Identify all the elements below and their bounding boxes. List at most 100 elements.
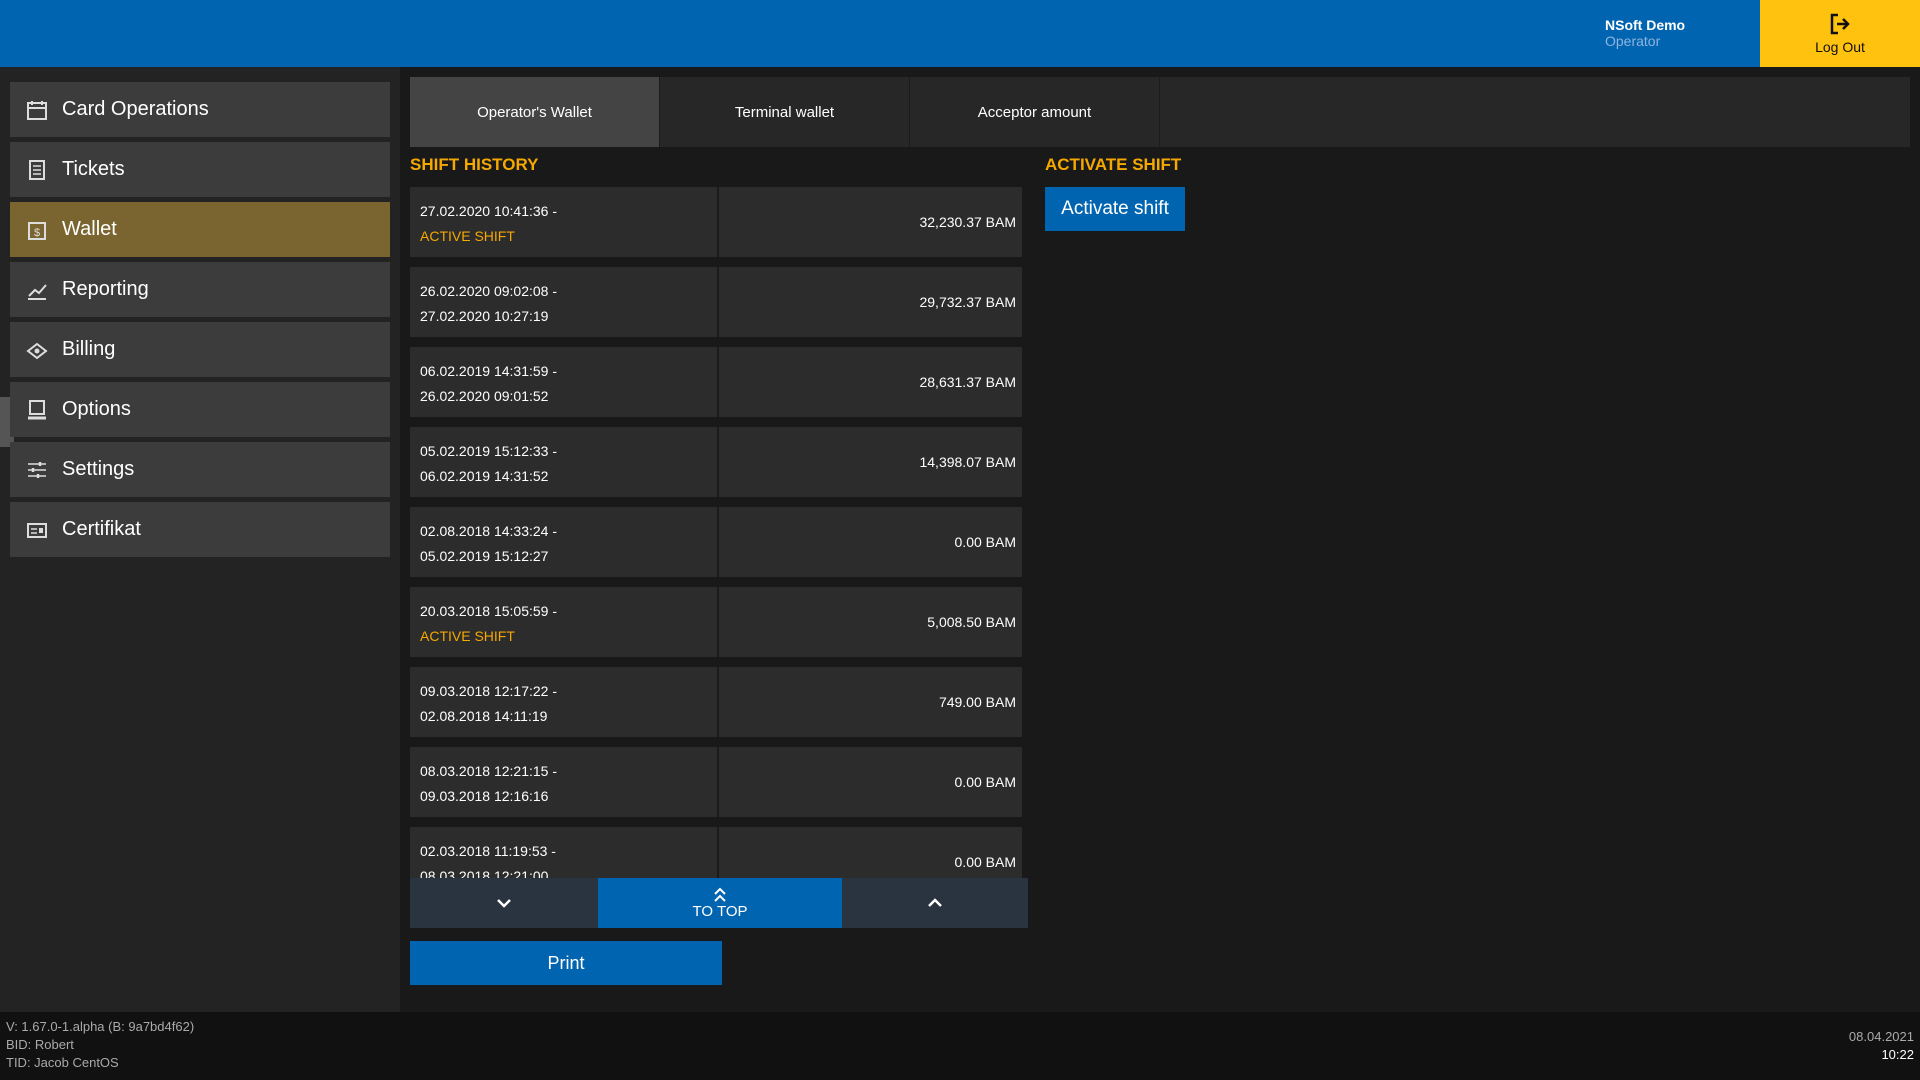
shift-period: 02.08.2018 14:33:24 - 05.02.2019 15:12:27 (410, 507, 719, 577)
user-info: NSoft Demo Operator (1605, 17, 1685, 49)
tab-terminal-wallet[interactable]: Terminal wallet (660, 77, 910, 147)
shift-amount: 5,008.50 BAM (927, 614, 1016, 630)
shift-row[interactable]: 20.03.2018 15:05:59 - ACTIVE SHIFT 5,008.5… (410, 587, 1022, 657)
shift-amount: 0.00 BAM (954, 774, 1016, 790)
sidebar-item-billing[interactable]: Billing (10, 322, 390, 377)
shift-period: 26.02.2020 09:02:08 - 27.02.2020 10:27:19 (410, 267, 719, 337)
footer: V: 1.67.0-1.alpha (B: 9a7bd4f62) BID: Ro… (0, 1012, 1920, 1080)
sidebar-item-options[interactable]: Options (10, 382, 390, 437)
shift-row[interactable]: 27.02.2020 10:41:36 - ACTIVE SHIFT 32,230.… (410, 187, 1022, 257)
shift-start: 08.03.2018 12:21:15 - (420, 763, 558, 779)
logout-icon (1830, 13, 1850, 35)
shift-period: 08.03.2018 12:21:15 - 09.03.2018 12:16:16 (410, 747, 719, 817)
shift-end: 08.03.2018 12:21:00 (420, 868, 549, 878)
shift-history-list[interactable]: 27.02.2020 10:41:36 - ACTIVE SHIFT 32,230.… (410, 187, 1022, 878)
shift-amount: 749.00 BAM (938, 694, 1016, 710)
wallet-icon: $ (28, 221, 46, 240)
shift-row[interactable]: 05.02.2019 15:12:33 - 06.02.2019 14:31:52… (410, 427, 1022, 497)
tab-acceptor-amount[interactable]: Acceptor amount (910, 77, 1160, 147)
shift-start: 06.02.2019 14:31:59 - (420, 363, 558, 379)
scroll-down-button[interactable] (410, 878, 598, 928)
user-name: NSoft Demo (1605, 17, 1686, 33)
user-role: Operator (1605, 33, 1661, 49)
ticket-icon (29, 159, 45, 180)
billing-icon (26, 342, 48, 359)
to-top-label: TO TOP (692, 902, 748, 920)
certificate-icon (27, 522, 47, 538)
time-text: 10:22 (1881, 1047, 1914, 1062)
shift-end: ACTIVE SHIFT (420, 228, 515, 244)
sidebar-item-label: Billing (62, 338, 116, 360)
shift-start: 20.03.2018 15:05:59 - (420, 603, 558, 619)
sidebar-item-label: Options (62, 398, 131, 420)
bid-text: BID: Robert (6, 1037, 74, 1052)
scroll-up-button[interactable] (842, 878, 1028, 928)
shift-end: 06.02.2019 14:31:52 (420, 468, 549, 484)
version-text: V: 1.67.0-1.alpha (B: 9a7bd4f62) (6, 1019, 195, 1034)
sidebar-item-label: Wallet (62, 218, 117, 240)
svg-text:$: $ (34, 227, 40, 239)
shift-amount: 0.00 BAM (954, 854, 1016, 870)
activate-shift-title: ACTIVATE SHIFT (1045, 155, 1182, 174)
sidebar-item-label: Card Operations (62, 98, 209, 120)
shift-end: ACTIVE SHIFT (420, 628, 515, 644)
print-button[interactable]: Print (410, 941, 722, 985)
logout-button[interactable]: Log Out (1760, 0, 1920, 67)
shift-start: 02.08.2018 14:33:24 - (420, 523, 558, 539)
shift-period: 02.03.2018 11:19:53 - 08.03.2018 12:21:00 (410, 827, 719, 878)
shift-amount: 0.00 BAM (954, 534, 1016, 550)
main: Operator's Wallet Terminal wallet Acceptor… (400, 67, 1920, 1012)
sidebar-item-settings[interactable]: Settings (10, 442, 390, 497)
shift-start: 09.03.2018 12:17:22 - (420, 683, 558, 699)
shift-row[interactable]: 02.08.2018 14:33:24 - 05.02.2019 15:12:27… (410, 507, 1022, 577)
date-text: 08.04.2021 (1848, 1029, 1914, 1044)
shift-period: 20.03.2018 15:05:59 - ACTIVE SHIFT (410, 587, 719, 657)
shift-amount: 28,631.37 BAM (919, 374, 1016, 390)
shift-start: 02.03.2018 11:19:53 - (420, 843, 556, 859)
shift-period: 27.02.2020 10:41:36 - ACTIVE SHIFT (410, 187, 719, 257)
list-navigation: TO TOP (410, 878, 1028, 928)
card-operations-icon (27, 100, 47, 120)
logout-label: Log Out (1815, 39, 1865, 55)
shift-end: 02.08.2018 14:11:19 (420, 708, 548, 724)
sidebar-item-label: Settings (62, 458, 135, 480)
sidebar-item-card-operations[interactable]: Card Operations (10, 82, 390, 137)
shift-row[interactable]: 26.02.2020 09:02:08 - 27.02.2020 10:27:19… (410, 267, 1022, 337)
options-icon (28, 399, 46, 419)
shift-row[interactable]: 09.03.2018 12:17:22 - 02.08.2018 14:11:19… (410, 667, 1022, 737)
shift-period: 05.02.2019 15:12:33 - 06.02.2019 14:31:52 (410, 427, 719, 497)
shift-amount: 32,230.37 BAM (919, 214, 1016, 230)
shift-start: 27.02.2020 10:41:36 - (420, 203, 558, 219)
sidebar-item-reporting[interactable]: Reporting (10, 262, 390, 317)
shift-end: 05.02.2019 15:12:27 (420, 548, 549, 564)
shift-row[interactable]: 08.03.2018 12:21:15 - 09.03.2018 12:16:16… (410, 747, 1022, 817)
sidebar-item-wallet[interactable]: $ Wallet (10, 202, 390, 257)
shift-history-title: SHIFT HISTORY (410, 155, 539, 174)
sidebar-item-label: Certifikat (62, 518, 141, 540)
chevron-down-icon (497, 899, 511, 908)
shift-period: 09.03.2018 12:17:22 - 02.08.2018 14:11:19 (410, 667, 719, 737)
sidebar-item-tickets[interactable]: Tickets (10, 142, 390, 197)
shift-row[interactable]: 06.02.2019 14:31:59 - 26.02.2020 09:01:52… (410, 347, 1022, 417)
shift-start: 26.02.2020 09:02:08 - (420, 283, 558, 299)
shift-end: 26.02.2020 09:01:52 (420, 388, 549, 404)
shift-period: 06.02.2019 14:31:59 - 26.02.2020 09:01:52 (410, 347, 719, 417)
shift-end: 27.02.2020 10:27:19 (420, 308, 549, 324)
chevron-up-icon (928, 898, 942, 907)
chart-icon (28, 283, 47, 300)
shift-end: 09.03.2018 12:16:16 (420, 788, 549, 804)
tab-bar: Operator's Wallet Terminal wallet Acceptor… (410, 77, 1910, 147)
shift-amount: 29,732.37 BAM (919, 294, 1016, 310)
sidebar: Card Operations Tickets $ Wallet Reporting Bi… (0, 67, 400, 1012)
shift-row[interactable]: 02.03.2018 11:19:53 - 08.03.2018 12:21:00… (410, 827, 1022, 878)
shift-start: 05.02.2019 15:12:33 - (420, 443, 558, 459)
sidebar-item-certifikat[interactable]: Certifikat (10, 502, 390, 557)
to-top-button[interactable]: TO TOP (598, 878, 842, 928)
sidebar-item-label: Reporting (62, 278, 149, 300)
sidebar-item-label: Tickets (62, 158, 125, 180)
tab-operator-s-wallet[interactable]: Operator's Wallet (410, 77, 660, 147)
double-chevron-up-icon (714, 887, 726, 902)
shift-amount: 14,398.07 BAM (919, 454, 1016, 470)
sliders-icon (28, 461, 46, 478)
activate-shift-button[interactable]: Activate shift (1045, 187, 1185, 231)
